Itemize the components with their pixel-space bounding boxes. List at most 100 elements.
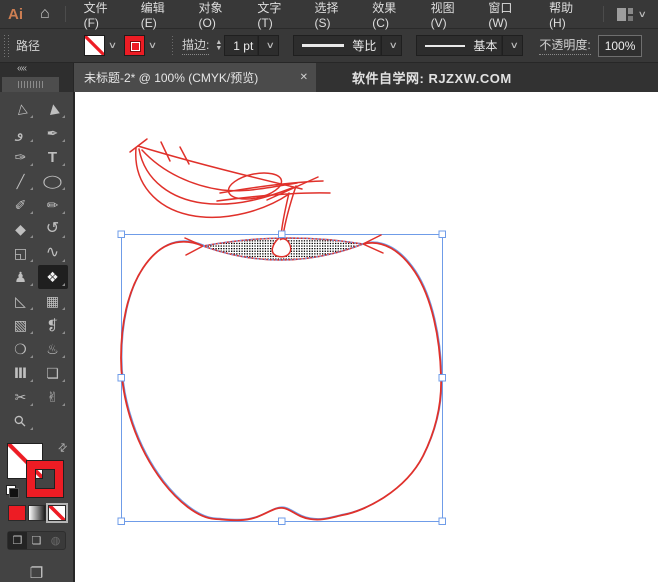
profile-value[interactable]: 等比 [344, 37, 384, 54]
hand-tool-icon: ✌ [47, 390, 59, 404]
symbol-sprayer-tool[interactable]: ♨ [38, 337, 68, 361]
draw-behind-mode[interactable]: ❏ [27, 532, 46, 549]
menu-item[interactable]: 选择(S) [304, 0, 362, 30]
direct-selection-tool[interactable]: ▶ [38, 97, 68, 121]
selection-handle[interactable] [118, 375, 125, 382]
eyedropper-tool-icon: ❡ [47, 318, 59, 332]
tool-list: ▷▶ و ✒ ✑ T╱◯✐✏ ◆ ↺ ◱ ∿ ♟❖ ◺ ▦▧ ❡ ❍♨ Ⅲ ❏ ✂ ✌ ⚲ [0, 92, 73, 433]
rotate-tool-icon: ↺ [46, 221, 59, 237]
chevron-down-icon: ∨ [638, 9, 647, 20]
width-tool-icon: ∿ [46, 245, 59, 261]
hand-tool[interactable]: ✌ [38, 385, 68, 409]
artboard-tool-icon: ❏ [46, 366, 59, 380]
type-tool[interactable]: T [38, 145, 68, 169]
selection-handle[interactable] [439, 375, 446, 382]
menu-item[interactable]: 文件(F) [73, 0, 130, 30]
menu-item[interactable]: 帮助(H) [538, 0, 596, 30]
leaf-sketch[interactable] [130, 139, 330, 217]
eraser-tool-icon: ◆ [15, 222, 26, 236]
chevron-down-icon[interactable]: ∨ [102, 35, 123, 56]
collapse-panel-icon[interactable]: «« [0, 63, 73, 76]
menu-item[interactable]: 窗口(W) [477, 0, 538, 30]
selection-tool[interactable]: ▷ [6, 97, 36, 121]
opacity-value[interactable]: 100% [605, 39, 636, 53]
mesh-tool[interactable]: ▦ [38, 289, 68, 313]
swap-fill-stroke-icon[interactable]: ⇄ [55, 440, 71, 456]
slice-tool[interactable]: ✂ [6, 385, 36, 409]
perspective-grid-tool-icon: ◺ [15, 294, 26, 308]
zoom-tool[interactable]: ⚲ [6, 409, 36, 433]
blend-tool[interactable]: ❍ [6, 337, 36, 361]
screen-mode-icon[interactable]: ❐ [30, 564, 43, 582]
column-graph-tool-icon: Ⅲ [14, 366, 27, 380]
brush-definition-select[interactable]: 基本 ∨ [416, 35, 523, 56]
eyedropper-tool[interactable]: ❡ [38, 313, 68, 337]
chevron-down-icon[interactable]: ∨ [502, 36, 526, 55]
column-graph-tool[interactable]: Ⅲ [6, 361, 36, 385]
chevron-down-icon[interactable]: ∨ [142, 35, 163, 56]
divider [170, 36, 174, 56]
slice-tool-icon: ✂ [15, 390, 27, 404]
stroke-weight-field[interactable]: 1 pt ∨ [224, 35, 279, 56]
stroke-color-control[interactable]: ∨ [124, 35, 160, 56]
panel-grip-icon[interactable] [4, 35, 10, 57]
stroke-weight-label[interactable]: 描边: [182, 36, 209, 55]
document-tab[interactable]: 未标题-2* @ 100% (CMYK/预览) ✕ [74, 63, 316, 92]
fill-color-control[interactable]: ∨ [84, 35, 120, 56]
pencil-tool[interactable]: ✏ [38, 193, 68, 217]
apple-outline[interactable] [121, 241, 442, 520]
artboard-tool[interactable]: ❏ [38, 361, 68, 385]
selection-handle[interactable] [118, 231, 125, 238]
selection-handle[interactable] [439, 231, 446, 238]
line-segment-tool[interactable]: ╱ [6, 169, 36, 193]
menu-item[interactable]: 视图(V) [420, 0, 478, 30]
gradient-tool[interactable]: ▧ [6, 313, 36, 337]
scale-tool-icon: ◱ [14, 246, 27, 260]
document-canvas[interactable] [75, 92, 658, 582]
draw-normal-mode[interactable]: ❒ [8, 532, 27, 549]
menu-item[interactable]: 效果(C) [361, 0, 419, 30]
ellipse-tool[interactable]: ◯ [38, 169, 68, 193]
chevron-down-icon[interactable]: ∨ [381, 36, 405, 55]
default-fill-stroke-icon[interactable] [6, 485, 19, 498]
chevron-down-icon[interactable]: ∨ [258, 36, 282, 55]
stepper-down-icon[interactable]: ▼ [215, 46, 222, 52]
close-tab-icon[interactable]: ✕ [300, 72, 308, 83]
selection-handle[interactable] [439, 518, 446, 525]
rotate-tool[interactable]: ↺ [38, 217, 68, 241]
stroke-weight-stepper[interactable]: ▲ ▼ [215, 40, 222, 52]
draw-inside-mode[interactable]: ◍ [46, 532, 65, 549]
selection-handle[interactable] [279, 231, 286, 238]
none-button[interactable] [48, 505, 66, 521]
stroke-weight-value[interactable]: 1 pt [225, 39, 261, 53]
menu-item[interactable]: 文字(T) [246, 0, 303, 30]
opacity-label[interactable]: 不透明度: [539, 36, 590, 55]
lasso-tool[interactable]: و [6, 121, 36, 145]
curvature-tool-icon: ✑ [15, 150, 27, 164]
puppet-warp-tool[interactable]: ♟ [6, 265, 36, 289]
eraser-tool[interactable]: ◆ [6, 217, 36, 241]
pen-tool[interactable]: ✒ [38, 121, 68, 145]
opacity-field[interactable]: 100% [598, 35, 643, 57]
width-tool[interactable]: ∿ [38, 241, 68, 265]
brush-value[interactable]: 基本 [465, 37, 505, 54]
stroke-box[interactable] [27, 461, 63, 497]
perspective-grid-tool[interactable]: ◺ [6, 289, 36, 313]
home-icon[interactable]: ⌂ [32, 5, 58, 23]
selection-handle[interactable] [279, 518, 286, 525]
selection-handle[interactable] [118, 518, 125, 525]
paintbrush-tool[interactable]: ✐ [6, 193, 36, 217]
gradient-button[interactable] [28, 505, 46, 521]
variable-width-profile-select[interactable]: 等比 ∨ [293, 35, 402, 56]
panel-drag-grip[interactable] [2, 77, 59, 92]
menu-items: 文件(F)编辑(E)对象(O)文字(T)选择(S)效果(C)视图(V)窗口(W)… [73, 0, 597, 30]
menu-item[interactable]: 编辑(E) [130, 0, 188, 30]
workspace-switcher[interactable]: ∨ [596, 6, 658, 22]
curvature-tool[interactable]: ✑ [6, 145, 36, 169]
menu-item[interactable]: 对象(O) [187, 0, 246, 30]
lasso-tool-icon: و [15, 125, 25, 141]
workspace-icon [617, 8, 633, 21]
shape-builder-tool[interactable]: ❖ [38, 265, 68, 289]
scale-tool[interactable]: ◱ [6, 241, 36, 265]
color-button[interactable] [8, 505, 26, 521]
